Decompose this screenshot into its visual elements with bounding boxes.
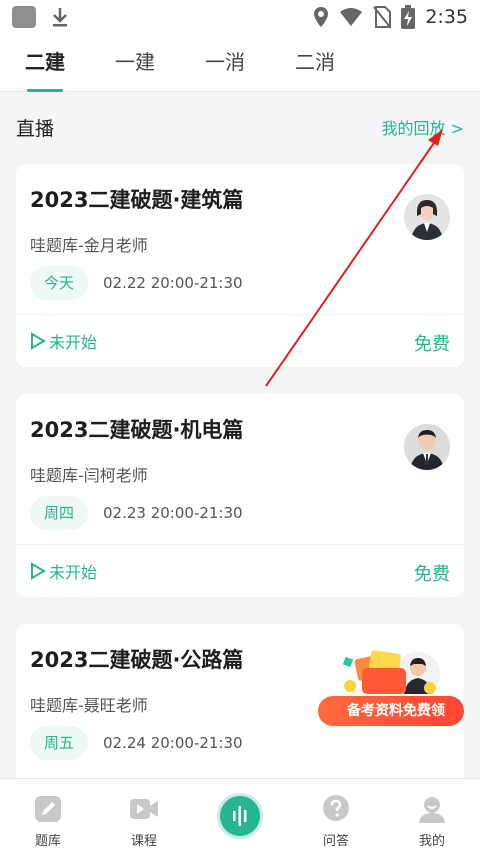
live-section-header: 直播 我的回放 > (0, 92, 480, 162)
video-play-icon (130, 799, 158, 819)
teacher-avatar (404, 424, 450, 470)
tab-yixiao[interactable]: 一消 (180, 34, 270, 92)
status-bar: 2:35 (0, 0, 480, 34)
live-course-card[interactable]: 2023二建破题·建筑篇 哇题库-金月老师 今天 02.22 20:00-21:… (16, 164, 464, 367)
course-status-label: 未开始 (49, 333, 98, 352)
section-title: 直播 (16, 117, 55, 140)
course-status: 未开始 (30, 329, 97, 353)
day-badge: 今天 (30, 266, 88, 300)
course-datetime: 02.23 20:00-21:30 (103, 504, 243, 522)
course-datetime: 02.24 20:00-21:30 (103, 734, 243, 752)
day-badge: 周四 (30, 496, 88, 530)
course-title: 2023二建破题·建筑篇 (30, 188, 244, 212)
course-teacher: 哇题库-聂旺老师 (30, 696, 148, 715)
nav-label: 题库 (34, 834, 61, 849)
course-status-label: 未开始 (49, 563, 98, 582)
day-badge: 周五 (30, 726, 88, 760)
question-icon (323, 795, 349, 821)
teacher-avatar (404, 194, 450, 240)
no-sim-icon (373, 6, 392, 28)
nav-label: 问答 (322, 834, 349, 849)
bottom-nav: 题库 课程 问答 我的 (0, 778, 480, 853)
course-title: 2023二建破题·公路篇 (30, 648, 244, 672)
tab-yijian[interactable]: 一建 (90, 34, 180, 92)
card-divider (16, 314, 464, 315)
course-title: 2023二建破题·机电篇 (30, 418, 244, 442)
card-divider (16, 544, 464, 545)
pencil-icon (35, 796, 61, 822)
nav-label: 课程 (130, 834, 157, 849)
course-datetime: 02.22 20:00-21:30 (103, 274, 243, 292)
status-time: 2:35 (425, 6, 468, 28)
course-price: 免费 (414, 334, 450, 355)
promo-banner: 备考资料免费领 (318, 696, 464, 726)
play-outline-icon (31, 332, 46, 350)
course-status: 未开始 (30, 559, 97, 583)
course-price: 免费 (414, 564, 450, 585)
nav-item-courses[interactable]: 课程 (96, 779, 192, 853)
battery-charging-icon (401, 5, 416, 29)
free-materials-promo[interactable]: 备考资料免费领 (318, 638, 466, 730)
app-square-icon (12, 6, 36, 28)
location-icon (314, 7, 329, 27)
nav-item-question-bank[interactable]: 题库 (0, 779, 96, 853)
download-icon (53, 8, 67, 27)
course-teacher: 哇题库-闫柯老师 (30, 466, 148, 485)
profile-icon (419, 797, 445, 823)
soundwave-icon (217, 793, 263, 839)
nav-label: 我的 (418, 834, 445, 849)
nav-item-live[interactable] (192, 779, 288, 853)
my-replay-link[interactable]: 我的回放 > (382, 115, 465, 139)
exam-tabs: 二建 一建 一消 二消 (0, 34, 480, 92)
live-course-card[interactable]: 2023二建破题·机电篇 哇题库-闫柯老师 周四 02.23 20:00-21:… (16, 394, 464, 597)
tab-erjian[interactable]: 二建 (0, 34, 90, 92)
course-teacher: 哇题库-金月老师 (30, 236, 148, 255)
play-outline-icon (31, 562, 46, 580)
nav-item-qa[interactable]: 问答 (288, 779, 384, 853)
tab-erxiao[interactable]: 二消 (270, 34, 360, 92)
wifi-icon (340, 8, 363, 26)
nav-item-mine[interactable]: 我的 (384, 779, 480, 853)
